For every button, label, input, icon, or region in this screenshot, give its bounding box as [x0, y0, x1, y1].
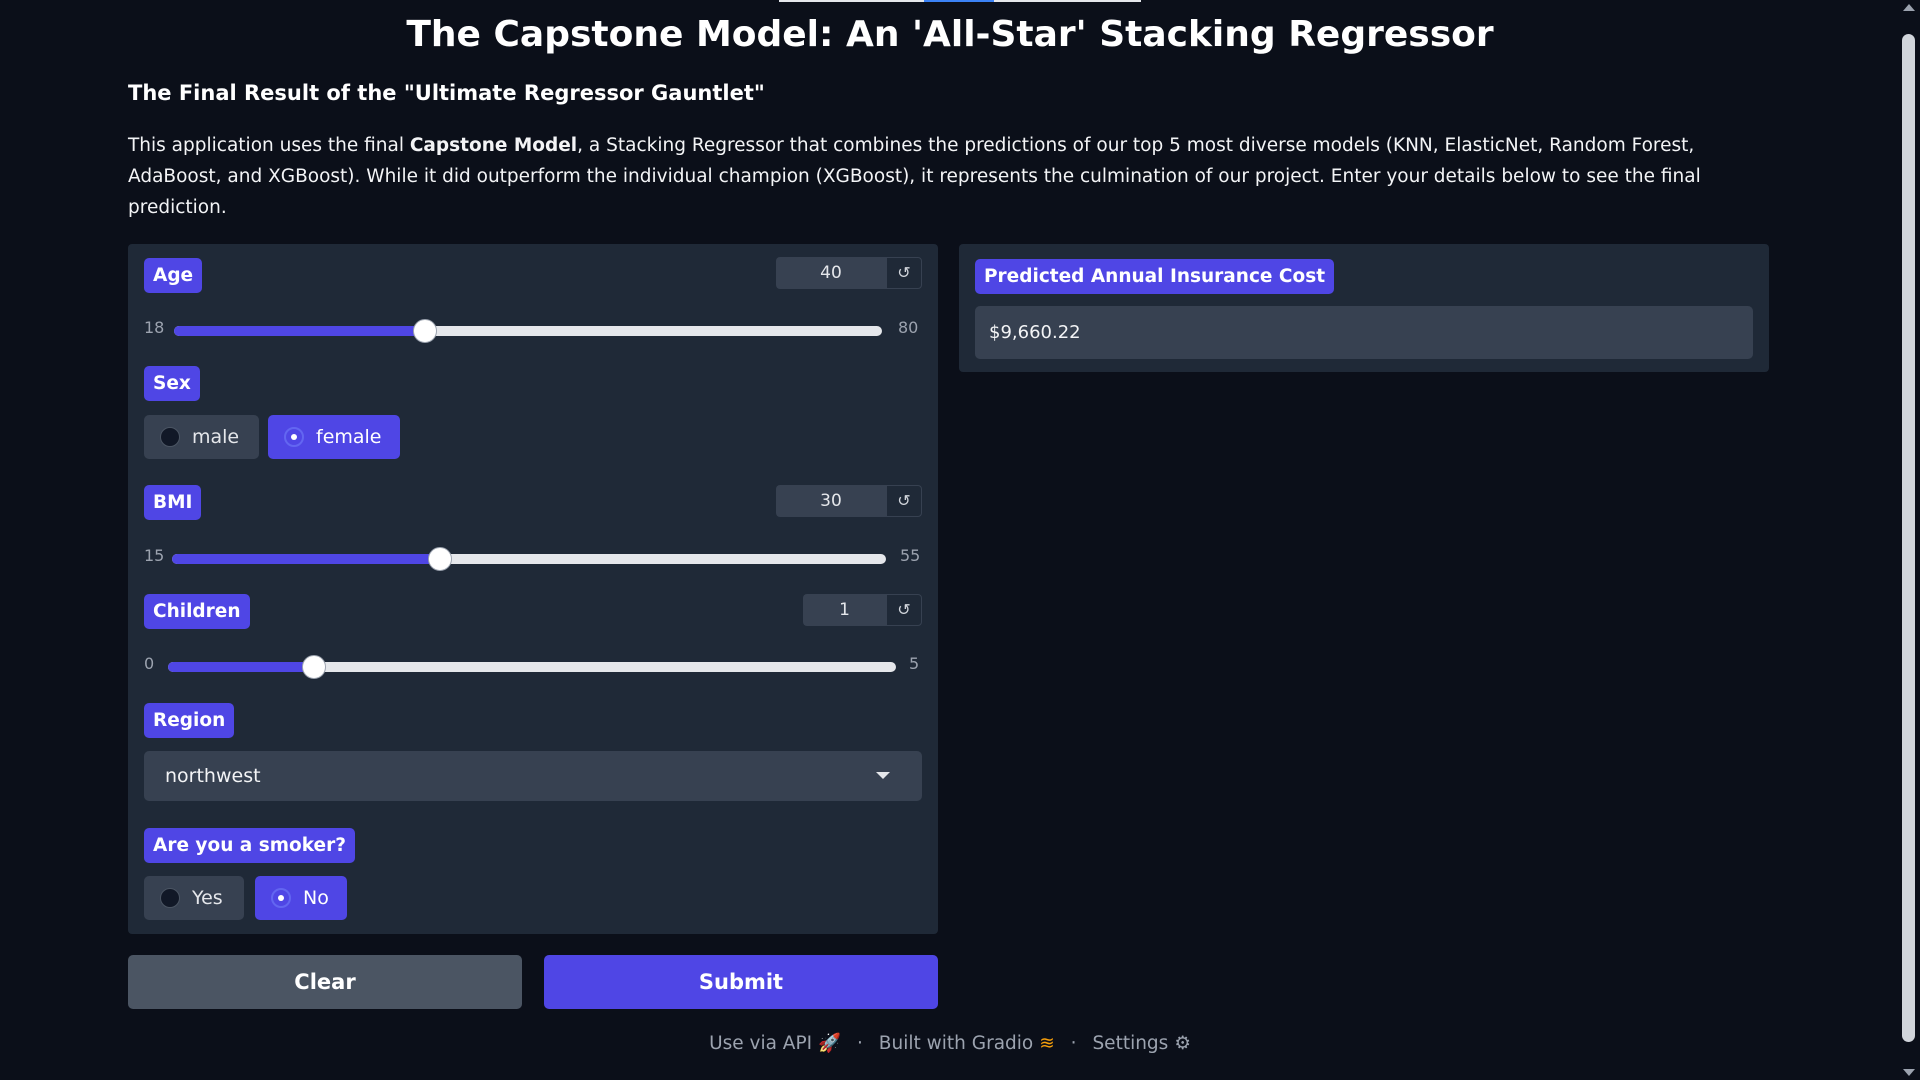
bmi-number-input[interactable]: 30	[776, 485, 886, 517]
output-label: Predicted Annual Insurance Cost	[975, 259, 1335, 294]
bmi-reset-button[interactable]: ↺	[886, 485, 922, 517]
age-min-label: 18	[144, 318, 165, 337]
sex-option-male[interactable]: male	[144, 415, 259, 459]
gear-icon: ⚙	[1174, 1033, 1191, 1054]
use-via-api-link[interactable]: Use via API 🚀	[709, 1033, 841, 1054]
age-slider-thumb[interactable]	[413, 319, 438, 343]
input-panel: Age 40 ↺ 18 80 Sex male female BMI 30 ↺ …	[128, 244, 938, 934]
children-slider[interactable]	[168, 655, 896, 679]
smoker-label: Are you a smoker?	[144, 828, 355, 863]
region-label: Region	[144, 703, 235, 738]
radio-checked-icon	[284, 427, 304, 447]
smoker-option-yes[interactable]: Yes	[144, 876, 244, 920]
children-reset-button[interactable]: ↺	[886, 594, 922, 626]
footer: Use via API 🚀 · Built with Gradio ≋ · Sett…	[0, 1032, 1900, 1054]
built-with-gradio-link[interactable]: Built with Gradio ≋	[879, 1033, 1055, 1054]
bmi-label: BMI	[144, 485, 202, 520]
footer-separator: ·	[1070, 1033, 1077, 1054]
page-subtitle: The Final Result of the "Ultimate Regres…	[128, 81, 765, 105]
app-description: This application uses the final Capstone…	[128, 135, 1701, 218]
sex-label: Sex	[144, 366, 200, 401]
scroll-up-arrow-icon[interactable]	[1903, 4, 1915, 11]
region-selected-value: northwest	[165, 765, 261, 787]
radio-unchecked-icon	[160, 888, 180, 908]
clear-button[interactable]: Clear	[128, 955, 522, 1009]
smoker-option-no[interactable]: No	[255, 876, 347, 920]
bmi-slider[interactable]	[172, 547, 886, 571]
submit-button[interactable]: Submit	[544, 955, 938, 1009]
children-label: Children	[144, 594, 250, 629]
rocket-icon: 🚀	[818, 1033, 842, 1054]
radio-checked-icon	[271, 888, 291, 908]
age-label: Age	[144, 258, 203, 293]
scrollbar-thumb[interactable]	[1902, 34, 1915, 1042]
age-max-label: 80	[898, 318, 919, 337]
top-progress-indicator	[779, 0, 1141, 2]
page-scrollbar[interactable]	[1898, 0, 1920, 1080]
chevron-down-icon	[876, 772, 890, 779]
page-title: The Capstone Model: An 'All-Star' Stacki…	[406, 14, 1494, 55]
footer-separator: ·	[857, 1033, 863, 1054]
age-reset-button[interactable]: ↺	[886, 257, 922, 289]
bmi-max-label: 55	[900, 546, 921, 565]
reset-icon: ↺	[897, 491, 911, 510]
bmi-slider-thumb[interactable]	[427, 547, 452, 571]
bmi-slider-fill	[172, 554, 440, 564]
children-number-input[interactable]: 1	[803, 594, 886, 626]
reset-icon: ↺	[897, 600, 911, 619]
age-slider[interactable]	[174, 319, 882, 343]
children-min-label: 0	[144, 654, 155, 673]
age-number-input[interactable]: 40	[776, 257, 886, 289]
radio-unchecked-icon	[160, 427, 180, 447]
sex-option-female[interactable]: female	[268, 415, 400, 459]
page: The Capstone Model: An 'All-Star' Stacki…	[0, 0, 1920, 1080]
children-slider-fill	[168, 662, 314, 672]
region-dropdown[interactable]: northwest	[144, 751, 922, 801]
output-panel: Predicted Annual Insurance Cost $9,660.2…	[959, 244, 1769, 372]
prediction-output-field[interactable]: $9,660.22	[975, 306, 1753, 359]
bmi-min-label: 15	[144, 546, 165, 565]
children-slider-thumb[interactable]	[301, 655, 326, 679]
children-max-label: 5	[909, 654, 920, 673]
settings-link[interactable]: Settings ⚙	[1092, 1033, 1190, 1054]
scroll-down-arrow-icon[interactable]	[1903, 1069, 1915, 1076]
reset-icon: ↺	[897, 263, 911, 282]
age-slider-fill	[174, 326, 426, 336]
gradio-logo-icon: ≋	[1039, 1033, 1055, 1054]
